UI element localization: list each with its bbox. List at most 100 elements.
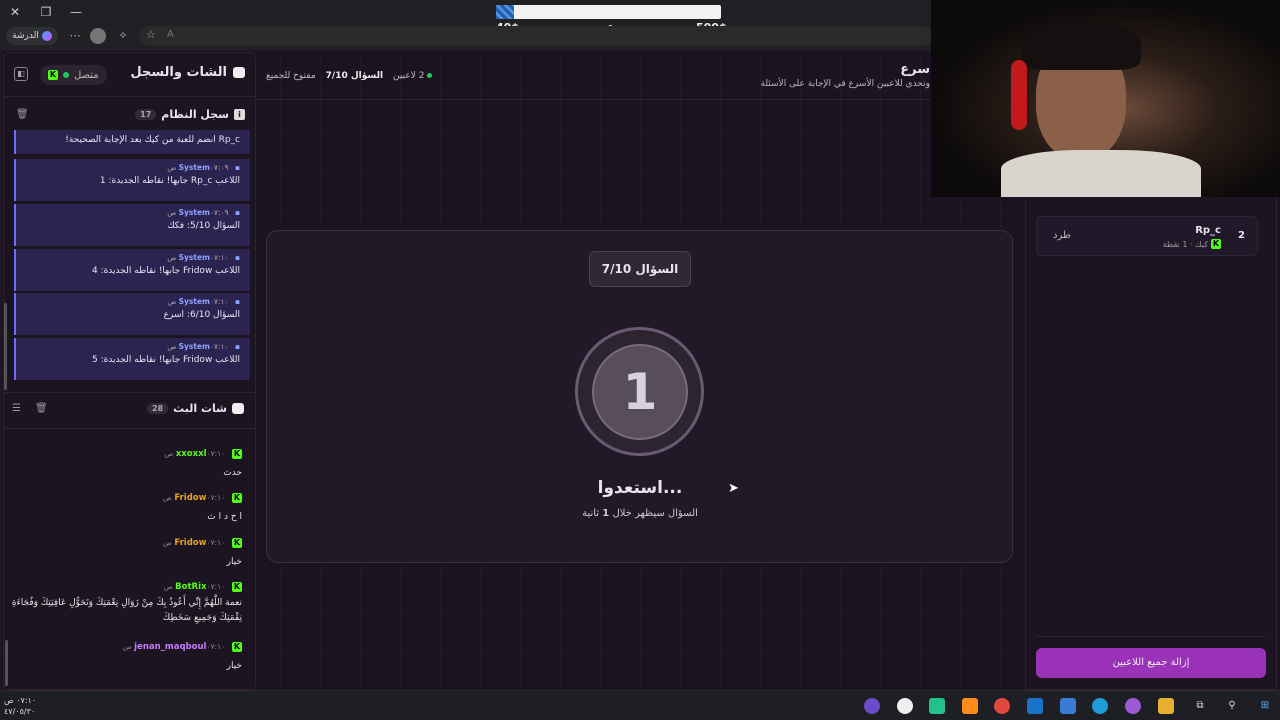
player-rank: 2 bbox=[1238, 230, 1245, 241]
stream-chat-title-text: شات البث bbox=[173, 402, 227, 415]
log-entry-message: اللاعب Fridow جابها! نقاطه الجديدة: 4 bbox=[91, 266, 240, 276]
game-subtitle: وتحدي للاعبين الأسرع في الإجابة على الأس… bbox=[760, 79, 931, 89]
chat-scrollbar[interactable] bbox=[5, 640, 8, 686]
log-entry-sender: System bbox=[178, 208, 210, 217]
game-title: سرع bbox=[900, 62, 930, 77]
ready-sub-seconds: 1 bbox=[602, 508, 610, 519]
search-icon[interactable]: ⚲ bbox=[1224, 698, 1240, 714]
collapse-panel-icon[interactable]: ◧ bbox=[14, 67, 28, 81]
log-entry-sender: System bbox=[178, 253, 210, 262]
players-count-text: 2 لاعبين bbox=[393, 71, 425, 81]
connection-status-pill: K متصل bbox=[40, 65, 107, 85]
chat-username[interactable]: BotRix bbox=[175, 582, 206, 592]
log-entry-meta: ▪ System٠٧:١٠ ص bbox=[167, 342, 240, 351]
log-entry-meta: ▪ System٠٧:٠٩ ص bbox=[167, 208, 240, 217]
chat-text: نعمة اللَّهُمَّ إِنِّي أَعُوذُ بِكَ مِنْ… bbox=[11, 598, 242, 623]
chat-message: K Fridow٠٧:١٠ ص ا ح د ا ث bbox=[10, 493, 242, 525]
chat-text: خيار bbox=[226, 557, 242, 567]
close-icon[interactable]: ✕ bbox=[7, 4, 23, 20]
open-to-label: مفتوح للجميع bbox=[266, 71, 316, 81]
chat-username[interactable]: xxoxxl bbox=[176, 449, 207, 459]
system-log-title-text: سجل النظام bbox=[161, 108, 229, 121]
player-name: Rp_c bbox=[1195, 225, 1221, 236]
log-entry: ▪ System٠٧:١٠ ص السؤال 6/10: اسرع bbox=[14, 293, 250, 335]
log-entry: ▪ System٠٧:٠٩ ص اللاعب Rp_c جابها! نقاطه… bbox=[14, 159, 250, 201]
taskbar-clock[interactable]: ٠٧:١٠ ص ٤٧/٠٥/٣٠ bbox=[4, 695, 36, 717]
donation-progress-bar bbox=[496, 5, 721, 19]
system-log-header[interactable]: i سجل النظام 17 🗑 bbox=[4, 105, 257, 127]
log-entry-message: السؤال 5/10: فكك bbox=[167, 221, 240, 231]
edge-icon[interactable] bbox=[1092, 698, 1108, 714]
chat-username[interactable]: Fridow bbox=[174, 538, 206, 548]
log-entry-sender: System bbox=[178, 297, 210, 306]
restore-icon[interactable]: ❐ bbox=[38, 4, 54, 20]
players-count: 2 لاعبين bbox=[393, 71, 433, 81]
favorite-star-icon[interactable]: ☆ bbox=[146, 28, 156, 41]
windows-start-icon[interactable]: ⊞ bbox=[1257, 698, 1273, 714]
chrome-icon[interactable] bbox=[994, 698, 1010, 714]
clock-date: ٤٧/٠٥/٣٠ bbox=[4, 707, 36, 716]
task-view-icon[interactable]: ⧉ bbox=[1192, 698, 1208, 714]
clear-chat-trash-icon[interactable]: 🗑 bbox=[35, 403, 48, 414]
chat-align-icon[interactable]: ☰ bbox=[12, 403, 21, 414]
remove-all-players-button[interactable]: إزالة جميع اللاعبين bbox=[1036, 648, 1266, 678]
chat-text: خيار bbox=[226, 661, 242, 671]
log-entry-meta: ▪ System٠٧:٠٩ ص bbox=[167, 163, 240, 172]
kick-icon: K bbox=[1211, 239, 1221, 249]
app-taskbar-icon[interactable] bbox=[929, 698, 945, 714]
panel-title-text: الشات والسجل bbox=[130, 65, 227, 80]
minimize-icon[interactable]: — bbox=[68, 4, 84, 20]
stream-chat-header[interactable]: شات البث 28 🗑 ☰ bbox=[3, 399, 256, 421]
app-taskbar-icon[interactable] bbox=[897, 698, 913, 714]
question-progress: السؤال 7/10 bbox=[325, 71, 384, 81]
more-icon[interactable]: ⋯ bbox=[67, 28, 83, 44]
taskbar bbox=[0, 690, 1280, 720]
panel-divider bbox=[1036, 636, 1266, 637]
log-entry-message: اللاعب Fridow جابها! نقاطه الجديدة: 5 bbox=[91, 355, 240, 365]
store-icon[interactable] bbox=[1060, 698, 1076, 714]
log-entry: ▪ System٠٧:١٠ ص اللاعب Fridow جابها! نقا… bbox=[14, 338, 250, 380]
connection-status-text: متصل bbox=[74, 69, 99, 81]
chat-text: حدث bbox=[223, 468, 242, 478]
file-explorer-icon[interactable] bbox=[1158, 698, 1174, 714]
app-taskbar-icon[interactable] bbox=[864, 698, 880, 714]
headset-icon bbox=[1011, 60, 1027, 130]
kick-icon: K bbox=[232, 642, 242, 652]
chat-username[interactable]: Fridow bbox=[174, 493, 206, 503]
kick-icon: K bbox=[48, 70, 58, 80]
copilot-icon[interactable] bbox=[1125, 698, 1141, 714]
system-log-scrollbar[interactable] bbox=[4, 303, 7, 390]
kick-icon: K bbox=[232, 449, 242, 459]
chat-username[interactable]: jenan_maqboul bbox=[134, 642, 206, 652]
log-entry-meta: ▪ System٠٧:١٠ ص bbox=[167, 297, 240, 306]
log-entry: Rp_c انضم للعبة من كيك بعد الإجابة الصحي… bbox=[14, 130, 250, 154]
panel-title: الشات والسجل bbox=[130, 65, 245, 80]
webcam-overlay bbox=[931, 0, 1280, 197]
profile-avatar[interactable] bbox=[90, 28, 106, 44]
chat-bubble-icon bbox=[233, 67, 245, 78]
webcam-shirt bbox=[1001, 150, 1201, 197]
chat-message: K BotRix٠٧:١٠ ص نعمة اللَّهُمَّ إِنِّي أ… bbox=[10, 582, 242, 626]
kick-icon: K bbox=[232, 493, 242, 503]
copilot-icon bbox=[41, 31, 52, 41]
read-aloud-icon[interactable]: A bbox=[167, 29, 174, 40]
log-entry-meta: ▪ System٠٧:١٠ ص bbox=[167, 253, 240, 262]
online-dot bbox=[427, 73, 433, 78]
chat-text: ا ح د ا ث bbox=[207, 512, 242, 522]
kick-icon: K bbox=[232, 582, 242, 592]
log-entry: ▪ System٠٧:١٠ ص اللاعب Fridow جابها! نقا… bbox=[14, 249, 250, 291]
game-meta-bar: 2 لاعبين السؤال 7/10 مفتوح للجميع bbox=[266, 70, 433, 82]
chat-message: K jenan_maqboul٠٧:١٠ ص خيار bbox=[10, 642, 242, 674]
players-panel bbox=[1025, 190, 1277, 690]
section-divider bbox=[4, 392, 256, 393]
stream-chat-title: شات البث 28 bbox=[146, 402, 244, 415]
chat-button-label: الدرشة bbox=[12, 31, 39, 41]
outlook-icon[interactable] bbox=[1027, 698, 1043, 714]
address-bar[interactable]: ☆ A bbox=[140, 26, 932, 46]
app-taskbar-icon[interactable] bbox=[962, 698, 978, 714]
get-ready-subtext: السؤال سيظهر خلال 1 ثانية bbox=[540, 508, 740, 519]
clear-log-trash-icon[interactable]: 🗑 bbox=[16, 109, 29, 120]
kick-player-button[interactable]: طرد bbox=[1053, 230, 1071, 241]
extensions-icon[interactable]: ✧ bbox=[115, 28, 131, 44]
browser-chat-button[interactable]: الدرشة bbox=[6, 27, 58, 45]
